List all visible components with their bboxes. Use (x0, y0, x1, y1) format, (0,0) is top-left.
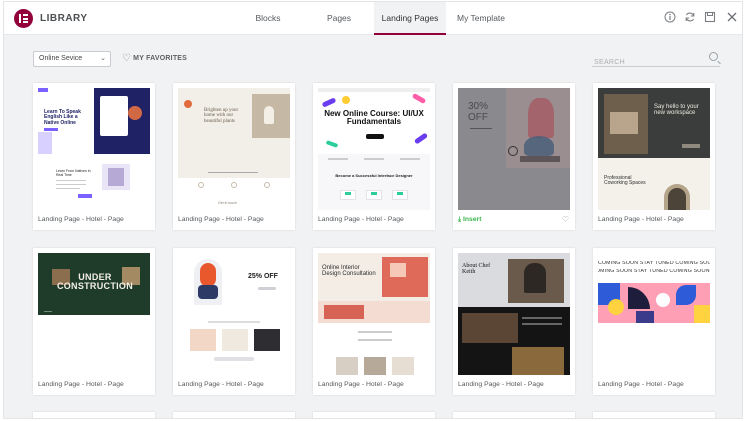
thumb-marquee: COMING SOON STAY TUNED COMING SOON STAY … (598, 261, 710, 266)
thumb-subheadline: Become a Successful Interface Designer (335, 173, 413, 178)
category-select[interactable]: Online Sevice ⌄ (33, 51, 111, 67)
download-icon: ⤓ (458, 216, 462, 223)
card-label: Landing Page - Hotel - Page (598, 216, 684, 223)
tab-blocks[interactable]: Blocks (242, 2, 294, 35)
insert-label: Insert (463, 216, 482, 223)
close-icon[interactable] (725, 11, 739, 25)
card-label: Landing Page - Hotel - Page (38, 381, 124, 388)
template-card[interactable]: Say hello to your new workspace Professi… (593, 83, 715, 230)
search-input[interactable] (592, 55, 702, 70)
card-label: Landing Page - Hotel - Page (178, 216, 264, 223)
sync-icon[interactable] (683, 11, 697, 25)
thumb-headline: Say hello to your new workspace (654, 104, 699, 117)
template-card[interactable] (313, 412, 435, 418)
card-label: Landing Page - Hotel - Page (318, 216, 404, 223)
template-card[interactable]: About Chef Keith Landing Page - Hotel - … (453, 248, 575, 395)
template-card[interactable]: COMING SOON STAY TUNED COMING SOON STAY … (593, 248, 715, 395)
card-label: Landing Page - Hotel - Page (458, 381, 544, 388)
heart-icon: ♡ (122, 53, 132, 64)
template-thumbnail: COMING SOON STAY TUNED COMING SOON STAY … (598, 253, 710, 375)
library-modal: LIBRARY Blocks Pages Landing Pages My Te… (3, 1, 743, 419)
zoom-icon[interactable] (508, 146, 518, 156)
template-thumbnail: UNDER CONSTRUCTION (38, 253, 150, 375)
library-header: LIBRARY Blocks Pages Landing Pages My Te… (4, 2, 742, 35)
tab-landing-pages[interactable]: Landing Pages (374, 2, 446, 35)
template-thumbnail: Online Interior Design Consultation (318, 253, 430, 375)
template-thumbnail: 25% OFF (178, 253, 290, 375)
save-icon[interactable] (703, 11, 717, 25)
library-title: LIBRARY (40, 13, 88, 24)
template-card[interactable] (593, 412, 715, 418)
thumb-headline: Brighten up your home with our beautiful… (204, 108, 239, 124)
template-thumbnail: 30% OFF (458, 88, 570, 210)
card-label: Landing Page - Hotel - Page (178, 381, 264, 388)
category-select-value: Online Sevice (39, 55, 83, 62)
thumb-subheadline: Learn From Natives In Real Time (56, 169, 91, 177)
insert-button[interactable]: ⤓ Insert (458, 216, 482, 224)
thumb-headline: Learn To Speak English Like a Native Onl… (44, 109, 81, 126)
template-card[interactable]: Learn To Speak English Like a Native Onl… (33, 83, 155, 230)
template-thumbnail: Learn To Speak English Like a Native Onl… (38, 88, 150, 210)
search-box (592, 51, 720, 70)
thumb-headline: UNDER CONSTRUCTION (56, 272, 134, 292)
template-thumbnail: Say hello to your new workspace Professi… (598, 88, 710, 210)
template-card[interactable] (453, 412, 575, 418)
my-favorites-label: MY FAVORITES (133, 55, 188, 62)
template-card[interactable]: Online Interior Design Consultation Land… (313, 248, 435, 395)
thumb-headline: New Online Course: UI/UX Fundamentals (324, 109, 424, 127)
thumb-marquee-2: COMING SOON STAY TUNED COMING SOON STAY … (598, 269, 710, 274)
card-label: Landing Page - Hotel - Page (598, 381, 684, 388)
card-label: Landing Page - Hotel - Page (38, 216, 124, 223)
search-icon[interactable] (709, 52, 718, 61)
thumb-promo: 30% OFF (468, 101, 489, 123)
favorite-heart-icon[interactable]: ♡ (562, 215, 569, 224)
template-card[interactable]: 25% OFF Landing Page - Hotel - Page (173, 248, 295, 395)
tab-pages[interactable]: Pages (314, 2, 364, 35)
thumb-headline: About Chef Keith (462, 263, 491, 276)
template-thumbnail: New Online Course: UI/UX Fundamentals Be… (318, 88, 430, 210)
elementor-logo-icon (14, 9, 33, 28)
my-favorites-toggle[interactable]: ♡ MY FAVORITES (122, 53, 187, 64)
template-card[interactable]: UNDER CONSTRUCTION Landing Page - Hotel … (33, 248, 155, 395)
card-label: Landing Page - Hotel - Page (318, 381, 404, 388)
tab-my-template[interactable]: My Template (452, 2, 510, 35)
template-card-hovered[interactable]: 30% OFF ⤓ Insert ♡ (453, 83, 575, 230)
template-card[interactable]: Brighten up your home with our beautiful… (173, 83, 295, 230)
chevron-down-icon: ⌄ (100, 55, 106, 62)
thumb-headline: Online Interior Design Consultation (322, 265, 376, 278)
template-thumbnail: Brighten up your home with our beautiful… (178, 88, 290, 210)
thumb-footer: Get in touch (218, 201, 237, 205)
template-thumbnail: About Chef Keith (458, 253, 570, 375)
template-card[interactable]: New Online Course: UI/UX Fundamentals Be… (313, 83, 435, 230)
info-icon[interactable] (663, 11, 677, 25)
template-card[interactable] (33, 412, 155, 418)
template-card[interactable] (173, 412, 295, 418)
thumb-promo: 25% OFF (248, 273, 278, 280)
thumb-subheadline: Professional Coworking Spaces (604, 175, 646, 187)
